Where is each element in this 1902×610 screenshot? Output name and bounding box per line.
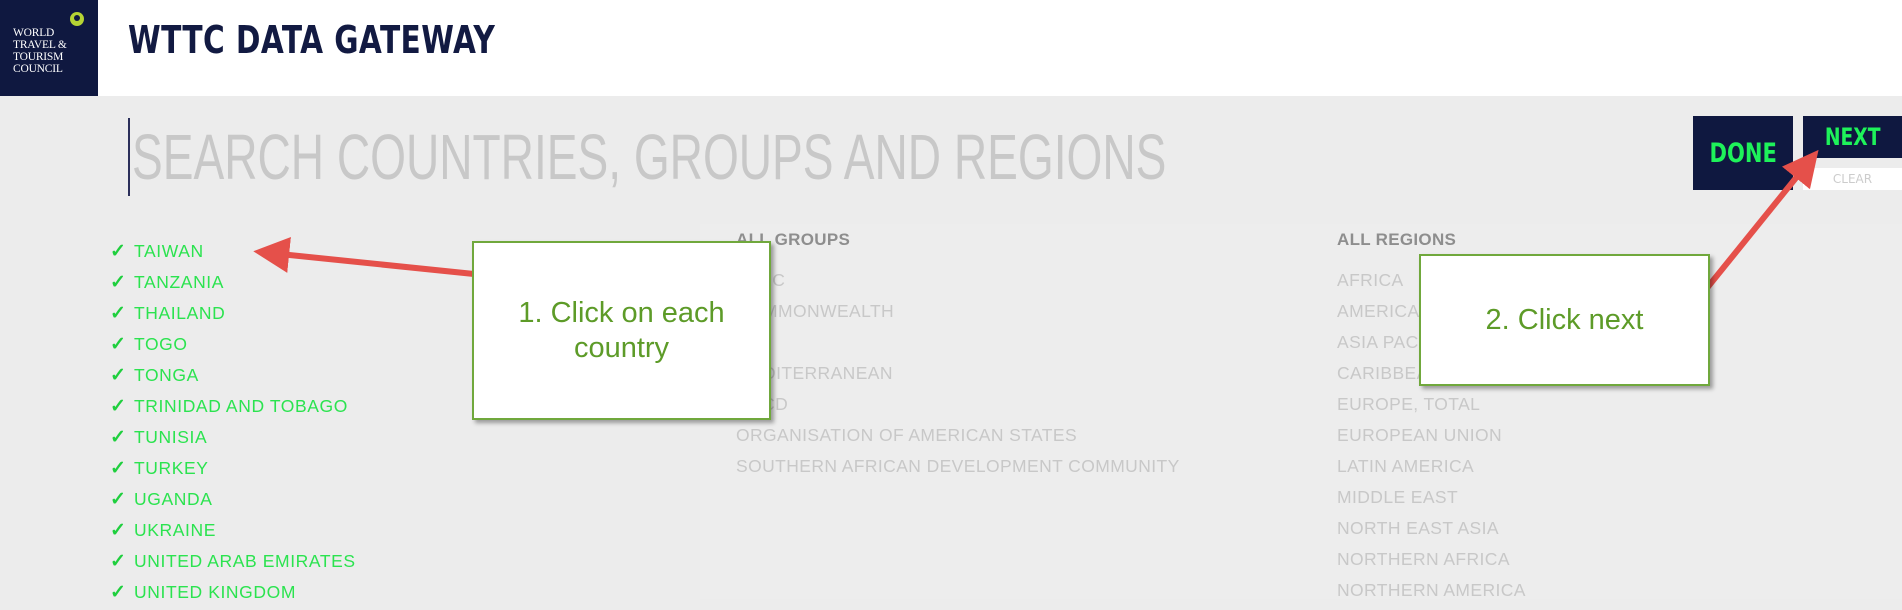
country-item[interactable]: ✓ THAILAND — [110, 300, 356, 331]
done-button[interactable]: DONE — [1693, 116, 1793, 190]
country-item[interactable]: ✓ TONGA — [110, 362, 356, 393]
search-bar[interactable] — [128, 118, 1628, 196]
country-item[interactable]: ✓ TUNISIA — [110, 424, 356, 455]
country-label: UNITED KINGDOM — [134, 582, 297, 602]
country-item[interactable]: ✓ UKRAINE — [110, 517, 356, 548]
group-item[interactable]: SOUTHERN AFRICAN DEVELOPMENT COMMUNITY — [736, 453, 1180, 484]
country-label: TAIWAN — [134, 241, 204, 261]
logo-line-2: TRAVEL & — [13, 39, 67, 51]
country-item[interactable]: ✓ UNITED ARAB EMIRATES — [110, 548, 356, 579]
country-item[interactable]: ✓ TOGO — [110, 331, 356, 362]
selected-country-list: ✓ TAIWAN ✓ TANZANIA ✓ THAILAND ✓ TOGO ✓ TONGA… — [110, 238, 356, 610]
clear-button[interactable]: CLEAR — [1803, 168, 1902, 190]
region-item[interactable]: NORTHERN AFRICA — [1337, 546, 1526, 577]
country-label: TRINIDAD AND TOBAGO — [134, 396, 348, 416]
country-item[interactable]: ✓ TAIWAN — [110, 238, 356, 269]
country-item[interactable]: ✓ TANZANIA — [110, 269, 356, 300]
checkmark-icon: ✓ — [110, 582, 127, 603]
instruction-callout-step-1: 1. Click on each country — [472, 241, 771, 420]
country-label: TOGO — [134, 334, 188, 354]
done-button-label: DONE — [1709, 137, 1777, 169]
region-item[interactable]: LATIN AMERICA — [1337, 453, 1526, 484]
checkmark-icon: ✓ — [110, 396, 127, 417]
country-label: TUNISIA — [134, 427, 208, 447]
logo-text: WORLD TRAVEL & TOURISM COUNCIL — [13, 27, 67, 75]
country-label: THAILAND — [134, 303, 226, 323]
callout-1-line-2: country — [573, 331, 670, 364]
region-item[interactable]: MIDDLE EAST — [1337, 484, 1526, 515]
region-item[interactable]: NORTH EAST ASIA — [1337, 515, 1526, 546]
checkmark-icon: ✓ — [110, 520, 127, 541]
callout-2-text: 2. Click next — [1485, 303, 1644, 336]
country-item[interactable]: ✓ TURKEY — [110, 455, 356, 486]
region-item[interactable]: EUROPEAN UNION — [1337, 422, 1526, 453]
checkmark-icon: ✓ — [110, 241, 127, 262]
checkmark-icon: ✓ — [110, 334, 127, 355]
app-title: WTTC DATA GATEWAY — [128, 18, 496, 62]
callout-1-line-1: 1. Click on each — [518, 296, 725, 329]
country-item[interactable]: ✓ UNITED KINGDOM — [110, 579, 356, 610]
region-item[interactable]: EUROPE, TOTAL — [1337, 391, 1526, 422]
group-item[interactable]: G20 — [736, 329, 1180, 360]
group-item[interactable]: COMMONWEALTH — [736, 298, 1180, 329]
instruction-callout-step-2: 2. Click next — [1419, 254, 1710, 386]
group-item[interactable]: MEDITERRANEAN — [736, 360, 1180, 391]
text-cursor — [128, 118, 130, 196]
checkmark-icon: ✓ — [110, 489, 127, 510]
country-label: UKRAINE — [134, 520, 216, 540]
checkmark-icon: ✓ — [110, 272, 127, 293]
country-item[interactable]: ✓ TRINIDAD AND TOBAGO — [110, 393, 356, 424]
wttc-logo[interactable]: WORLD TRAVEL & TOURISM COUNCIL — [0, 0, 98, 96]
group-item[interactable]: ORGANISATION OF AMERICAN STATES — [736, 422, 1180, 453]
country-label: TANZANIA — [134, 272, 225, 292]
country-item[interactable]: ✓ UGANDA — [110, 486, 356, 517]
country-label: UNITED ARAB EMIRATES — [134, 551, 356, 571]
logo-mark-icon — [70, 12, 84, 26]
region-item[interactable]: NORTHERN AMERICA — [1337, 577, 1526, 608]
logo-line-4: COUNCIL — [13, 63, 63, 75]
top-bar: WORLD TRAVEL & TOURISM COUNCIL WTTC DATA… — [0, 0, 1902, 96]
next-button-label: NEXT — [1824, 123, 1881, 151]
checkmark-icon: ✓ — [110, 458, 127, 479]
country-label: TONGA — [134, 365, 199, 385]
group-item[interactable]: APEC — [736, 267, 1180, 298]
regions-heading: ALL REGIONS — [1337, 230, 1457, 249]
checkmark-icon: ✓ — [110, 427, 127, 448]
country-label: UGANDA — [134, 489, 213, 509]
logo-line-1: WORLD — [13, 27, 55, 39]
checkmark-icon: ✓ — [110, 303, 127, 324]
checkmark-icon: ✓ — [110, 365, 127, 386]
groups-list: APEC COMMONWEALTH G20 MEDITERRANEAN OECD… — [736, 267, 1180, 484]
next-button[interactable]: NEXT — [1803, 116, 1902, 158]
country-label: TURKEY — [134, 458, 209, 478]
search-input[interactable] — [132, 118, 1176, 196]
group-item[interactable]: OECD — [736, 391, 1180, 422]
checkmark-icon: ✓ — [110, 551, 127, 572]
logo-line-3: TOURISM — [13, 51, 64, 63]
